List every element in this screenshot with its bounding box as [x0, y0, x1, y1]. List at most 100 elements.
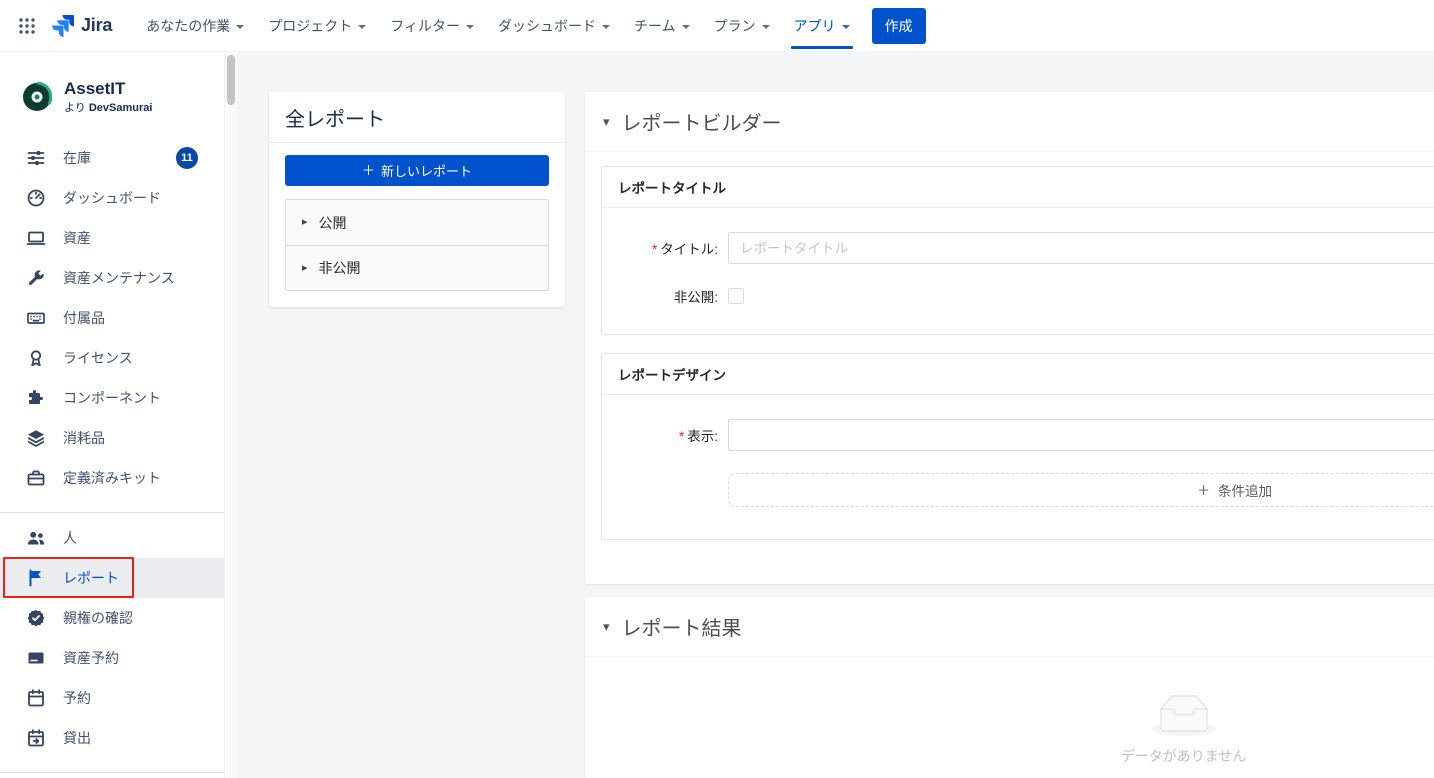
- sidebar-item-assets[interactable]: 資産: [0, 218, 224, 258]
- sidebar-item-label: 親権の確認: [63, 608, 133, 628]
- private-form-row: 非公開:: [626, 286, 1434, 306]
- label-text: 表示:: [687, 429, 718, 444]
- sidebar-item-people[interactable]: 人: [0, 518, 224, 558]
- sidebar-item-label: ライセンス: [63, 348, 133, 368]
- report-builder-body: レポートタイトル *タイトル: 非公開:: [585, 152, 1434, 584]
- nav-label: フィルター: [390, 16, 460, 36]
- add-condition-button[interactable]: ＋ 条件追加: [728, 473, 1434, 507]
- nav-label: プラン: [714, 16, 756, 36]
- sidebar-scrollbar[interactable]: [224, 52, 237, 778]
- sliders-icon: [26, 148, 46, 168]
- nav-label: チーム: [634, 16, 676, 36]
- badge-check-icon: [26, 608, 46, 628]
- nav-label: あなたの作業: [146, 16, 230, 36]
- new-report-button[interactable]: ＋ 新しいレポート: [285, 155, 549, 186]
- group-private[interactable]: ▸ 非公開: [286, 245, 548, 290]
- chevron-down-icon: [762, 25, 770, 29]
- private-checkbox[interactable]: [728, 288, 744, 304]
- sidebar-item-asset-maintenance[interactable]: 資産メンテナンス: [0, 258, 224, 298]
- sidebar-item-accessories[interactable]: 付属品: [0, 298, 224, 338]
- label-text: タイトル:: [660, 242, 718, 257]
- top-navigation-bar: Jira あなたの作業 プロジェクト フィルター ダッシュボード チーム プラン…: [0, 0, 1434, 52]
- sidebar-item-label: 貸出: [63, 728, 91, 748]
- app-vendor-name: DevSamurai: [89, 102, 153, 114]
- sidebar-item-label: 資産予約: [63, 648, 119, 668]
- sidebar-menu: 在庫 11 ダッシュボード 資産: [0, 138, 224, 773]
- sidebar-item-reports[interactable]: レポート: [0, 558, 224, 598]
- sidebar-item-label: 消耗品: [63, 428, 105, 448]
- report-results-title: レポート結果: [622, 612, 742, 641]
- sidebar-item-booking[interactable]: 予約: [0, 678, 224, 718]
- add-condition-label: 条件追加: [1218, 480, 1272, 500]
- all-reports-body: ＋ 新しいレポート ▸ 公開 ▸ 非公開: [269, 143, 565, 307]
- sidebar-item-predefined-kits[interactable]: 定義済みキット: [0, 458, 224, 498]
- sidebar-item-licenses[interactable]: ライセンス: [0, 338, 224, 378]
- layers-icon: [26, 428, 46, 448]
- report-title-section: レポートタイトル *タイトル: 非公開:: [601, 166, 1434, 335]
- sidebar-item-label: ダッシュボード: [63, 188, 161, 208]
- plus-icon: ＋: [1197, 484, 1210, 497]
- chevron-down-icon: [602, 25, 610, 29]
- license-award-icon: [26, 348, 46, 368]
- private-field-label: 非公開:: [626, 286, 728, 306]
- group-public[interactable]: ▸ 公開: [286, 200, 548, 245]
- sidebar-item-label: 付属品: [63, 308, 105, 328]
- sidebar-item-asset-booking[interactable]: 資産予約: [0, 638, 224, 678]
- nav-projects[interactable]: プロジェクト: [256, 0, 378, 52]
- report-builder-header[interactable]: ▾ レポートビルダー: [585, 92, 1434, 152]
- nav-plans[interactable]: プラン: [702, 0, 782, 52]
- label-text: 非公開:: [674, 290, 718, 305]
- sidebar-item-label: 資産: [63, 228, 91, 248]
- plus-icon: ＋: [362, 164, 375, 177]
- sidebar-item-label: 在庫: [63, 148, 91, 168]
- create-button[interactable]: 作成: [872, 8, 926, 44]
- nav-apps[interactable]: アプリ: [782, 0, 862, 52]
- sidebar-item-inventory[interactable]: 在庫 11: [0, 138, 224, 178]
- sidebar-item-label: コンポーネント: [63, 388, 161, 408]
- chevron-down-icon: [466, 25, 474, 29]
- nav-teams[interactable]: チーム: [622, 0, 702, 52]
- caret-down-icon: ▾: [603, 115, 610, 128]
- inventory-count-badge: 11: [176, 147, 198, 169]
- chevron-down-icon: [358, 25, 366, 29]
- sidebar-item-label: 人: [63, 528, 77, 548]
- sidebar-item-components[interactable]: コンポーネント: [0, 378, 224, 418]
- sidebar-item-label: 予約: [63, 688, 91, 708]
- app-by-prefix: より: [64, 102, 86, 114]
- caret-down-icon: ▾: [603, 620, 610, 633]
- empty-state-text: データがありません: [1121, 746, 1247, 766]
- chevron-down-icon: [682, 25, 690, 29]
- nav-filters[interactable]: フィルター: [378, 0, 486, 52]
- sidebar-item-label: レポート: [63, 568, 119, 588]
- sidebar-item-checkout[interactable]: 貸出: [0, 718, 224, 758]
- nav-label: アプリ: [794, 16, 836, 36]
- display-field-label: *表示:: [626, 425, 728, 445]
- report-results-card: ▾ レポート結果 データがありません: [585, 597, 1434, 778]
- gauge-icon: [26, 188, 46, 208]
- app-vendor: より DevSamurai: [64, 99, 152, 115]
- calendar-checkout-icon: [26, 728, 46, 748]
- sidebar-item-dashboard[interactable]: ダッシュボード: [0, 178, 224, 218]
- jira-home-link[interactable]: Jira: [52, 15, 112, 37]
- title-field-label: *タイトル:: [626, 238, 728, 258]
- report-title-input[interactable]: [728, 232, 1434, 264]
- primary-nav: あなたの作業 プロジェクト フィルター ダッシュボード チーム プラン アプリ: [134, 0, 861, 52]
- report-results-header[interactable]: ▾ レポート結果: [585, 597, 1434, 657]
- scrollbar-thumb[interactable]: [227, 55, 235, 105]
- app-header: AssetIT より DevSamurai: [0, 80, 224, 114]
- empty-inbox-icon: [1152, 695, 1216, 736]
- assetit-logo-icon: [22, 82, 52, 112]
- sidebar-divider: [0, 512, 224, 513]
- sidebar-item-custody-check[interactable]: 親権の確認: [0, 598, 224, 638]
- display-select-input[interactable]: [728, 419, 1434, 451]
- report-detail-column: ▾ レポートビルダー レポートタイトル *タイトル:: [585, 92, 1434, 778]
- app-switcher-icon[interactable]: [14, 13, 40, 39]
- keyboard-icon: [26, 308, 46, 328]
- all-reports-panel: 全レポート ＋ 新しいレポート ▸ 公開 ▸ 非公開: [269, 92, 565, 307]
- section-heading: レポートタイトル: [602, 167, 1434, 208]
- nav-label: ダッシュボード: [498, 16, 596, 36]
- nav-your-work[interactable]: あなたの作業: [134, 0, 256, 52]
- nav-dashboards[interactable]: ダッシュボード: [486, 0, 622, 52]
- sidebar-item-consumables[interactable]: 消耗品: [0, 418, 224, 458]
- new-report-label: 新しいレポート: [381, 161, 472, 180]
